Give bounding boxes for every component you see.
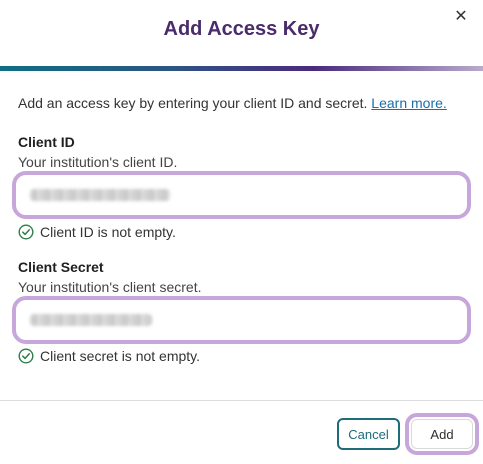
footer-divider bbox=[0, 400, 483, 401]
client-id-label: Client ID bbox=[18, 134, 75, 150]
dialog-title: Add Access Key bbox=[163, 18, 320, 40]
learn-more-link[interactable]: Learn more. bbox=[371, 95, 446, 111]
close-button[interactable]: ✕ bbox=[449, 4, 473, 28]
add-button[interactable]: Add bbox=[411, 419, 473, 449]
client-secret-label: Client Secret bbox=[18, 259, 104, 275]
client-id-input[interactable] bbox=[16, 175, 467, 215]
close-icon: ✕ bbox=[454, 6, 468, 25]
check-circle-icon bbox=[18, 224, 34, 240]
client-id-validation: Client ID is not empty. bbox=[18, 224, 176, 240]
header-gradient-bar bbox=[0, 66, 483, 71]
client-id-validation-text: Client ID is not empty. bbox=[40, 224, 176, 240]
cancel-button[interactable]: Cancel bbox=[337, 418, 400, 450]
client-secret-input[interactable] bbox=[16, 300, 467, 340]
add-access-key-dialog: Add Access Key ✕ Add an access key by en… bbox=[0, 0, 483, 464]
client-secret-help: Your institution's client secret. bbox=[18, 279, 202, 295]
client-id-field-wrapper bbox=[12, 171, 471, 219]
client-id-help: Your institution's client ID. bbox=[18, 154, 178, 170]
client-secret-field-wrapper bbox=[12, 296, 471, 344]
client-secret-validation: Client secret is not empty. bbox=[18, 348, 200, 364]
intro-description: Add an access key by entering your clien… bbox=[18, 95, 372, 111]
add-button-focus-ring: Add bbox=[405, 413, 479, 455]
check-circle-icon bbox=[18, 348, 34, 364]
intro-text: Add an access key by entering your clien… bbox=[18, 95, 447, 111]
client-secret-validation-text: Client secret is not empty. bbox=[40, 348, 201, 364]
